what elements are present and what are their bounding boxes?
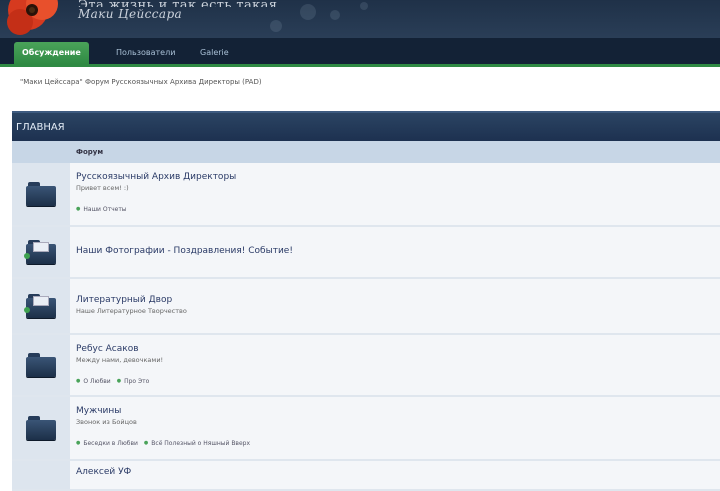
nav-divider: [0, 64, 720, 67]
forum-row: Ребус Асаков Между нами, девочками! О Лю…: [12, 335, 720, 397]
forum-title[interactable]: Мужчины: [76, 406, 720, 416]
poppy-logo-icon[interactable]: [6, 0, 68, 38]
subforum-list: Беседки в Любви Всё Полезный о Няшный Вв…: [76, 440, 720, 447]
forum-column-header: Форум: [12, 141, 720, 163]
folder-icon: [26, 181, 56, 207]
subforum-link[interactable]: Наши Отчеты: [76, 206, 126, 213]
subforum-link[interactable]: Про Это: [117, 378, 149, 385]
subforum-list: Наши Отчеты: [76, 206, 720, 213]
forum-title[interactable]: Русскоязычный Архив Директоры: [76, 172, 720, 182]
category-panel: ГЛАВНАЯ Форум Русскоязычный Архив Директ…: [12, 111, 720, 491]
subforum-link[interactable]: Беседки в Любви: [76, 440, 138, 447]
forum-title[interactable]: Ребус Асаков: [76, 344, 720, 354]
forum-row: Русскоязычный Архив Директоры Привет все…: [12, 163, 720, 227]
forum-row: Алексей УФ: [12, 461, 720, 491]
subforum-list: О Любви Про Это: [76, 378, 720, 385]
forum-row: Мужчины Звонок из Бойцов Беседки в Любви…: [12, 397, 720, 461]
folder-icon: [26, 415, 56, 441]
tab-discussion[interactable]: Обсуждение: [14, 42, 89, 64]
folder-new-posts-icon: [24, 293, 56, 319]
forum-title[interactable]: Литературный Двор: [76, 295, 720, 305]
folder-icon: [26, 352, 56, 378]
forum-row: Наши Фотографии - Поздравления! Событие!: [12, 227, 720, 279]
tab-users[interactable]: Пользователи: [108, 42, 183, 64]
tab-gallery[interactable]: Galerie: [192, 42, 237, 64]
site-title-line1: Эта жизнь и так есть такая: [78, 0, 277, 7]
forum-description: Между нами, девочками!: [76, 356, 164, 364]
site-title[interactable]: Эта жизнь и так есть такая Маки Цейссара: [78, 0, 277, 20]
subforum-link[interactable]: Всё Полезный о Няшный Вверх: [144, 440, 250, 447]
folder-new-posts-icon: [24, 239, 56, 265]
forum-description: Звонок из Бойцов: [76, 418, 137, 426]
subforum-link[interactable]: О Любви: [76, 378, 110, 385]
forum-row: Литературный Двор Наше Литературное Твор…: [12, 279, 720, 335]
site-title-line2: Маки Цейссара: [78, 7, 183, 21]
main-nav: Обсуждение Пользователи Galerie: [0, 38, 720, 67]
forum-title[interactable]: Наши Фотографии - Поздравления! Событие!: [76, 246, 720, 256]
category-title[interactable]: ГЛАВНАЯ: [12, 111, 720, 141]
forum-title[interactable]: Алексей УФ: [76, 467, 720, 477]
forum-description: Наше Литературное Творчество: [76, 307, 187, 315]
breadcrumb[interactable]: "Маки Цейссара" Форум Русскоязычных Архи…: [20, 78, 262, 86]
forum-description: Привет всем! :): [76, 184, 129, 192]
site-header: Эта жизнь и так есть такая Маки Цейссара: [0, 0, 720, 38]
